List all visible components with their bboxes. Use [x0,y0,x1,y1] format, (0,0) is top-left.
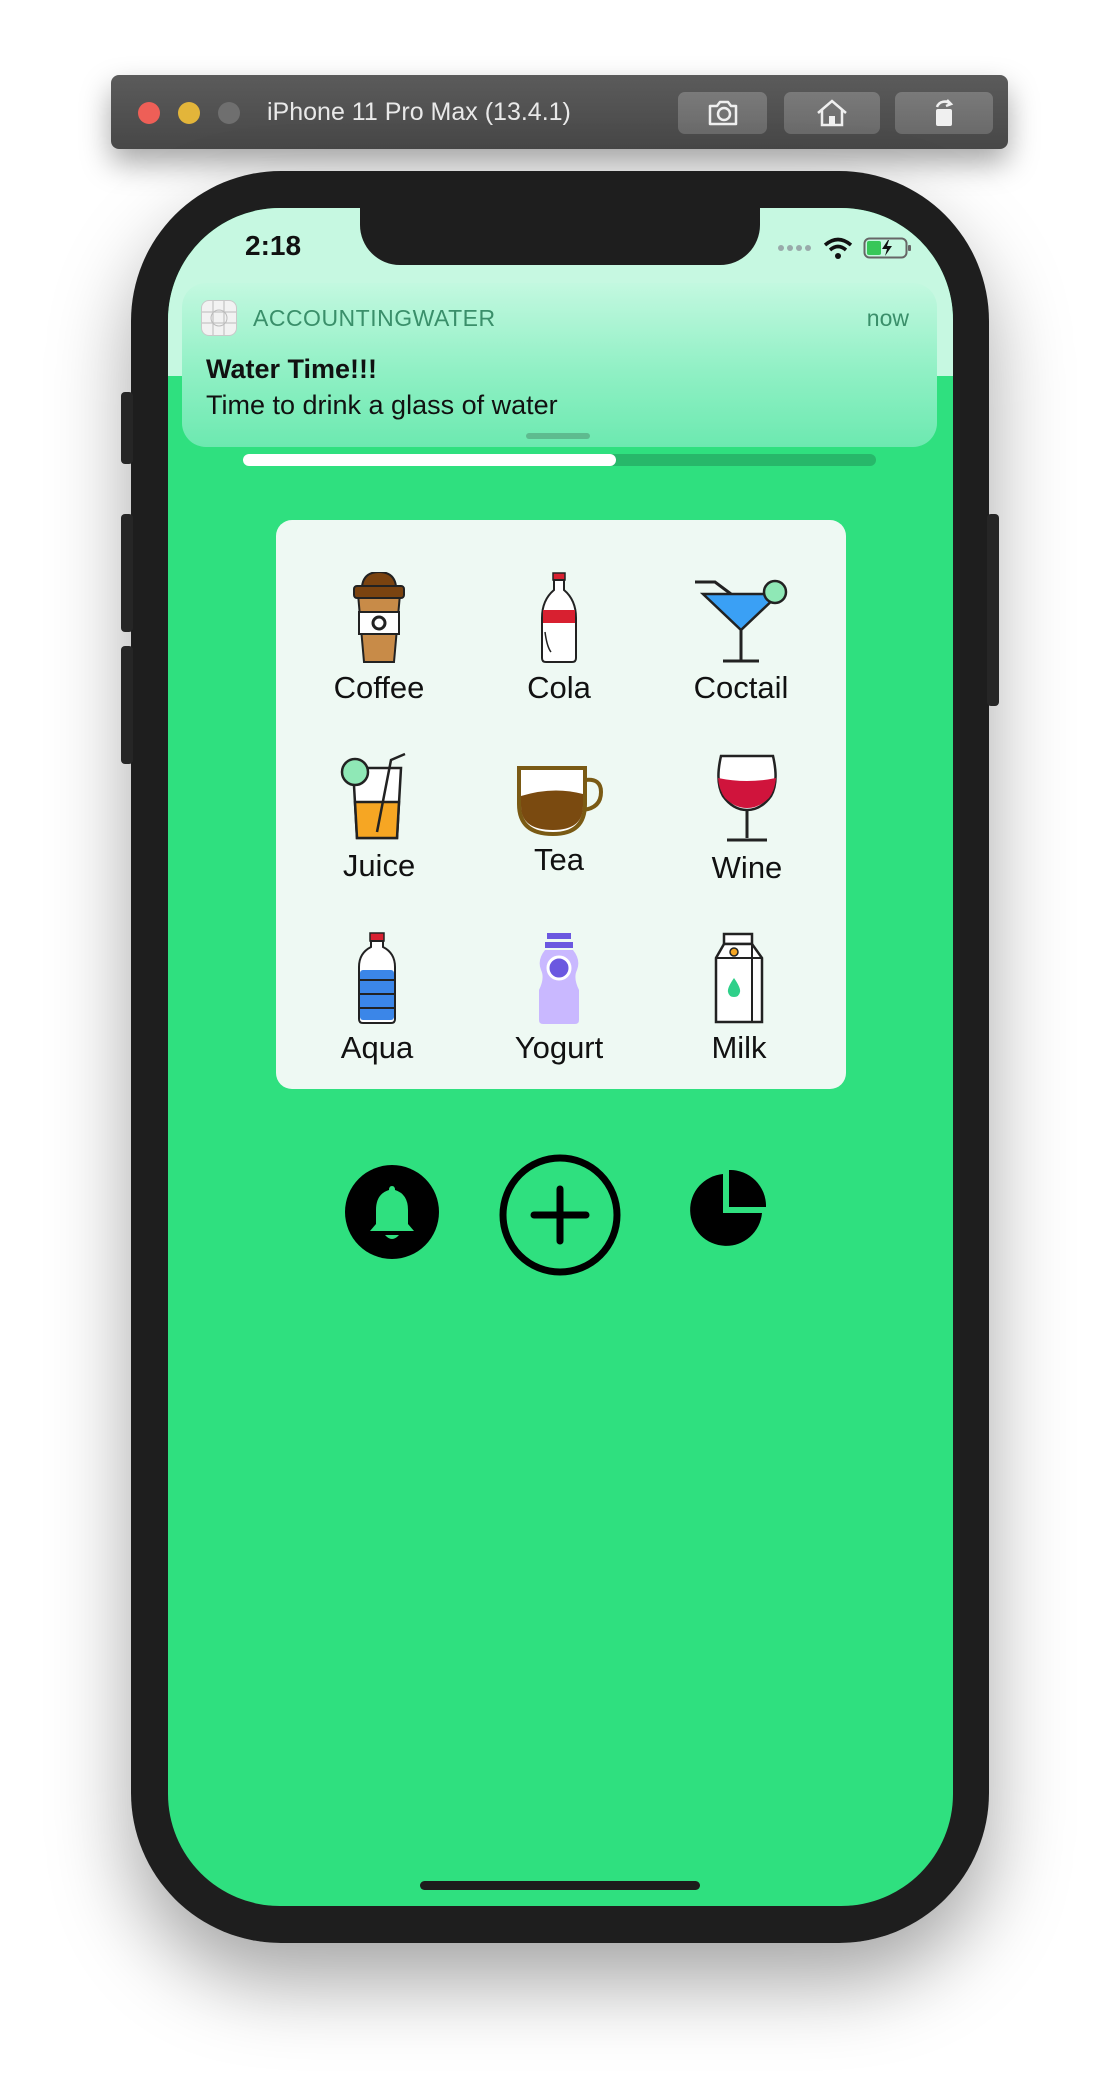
drink-label: Cola [527,670,591,705]
minimize-window-button[interactable] [178,102,200,124]
silent-switch [121,392,133,464]
notification-app-name: ACCOUNTINGWATER [253,305,496,331]
phone-screen: 2:18 ACCOUNTINGWATER now Water Time!!! T… [168,208,953,1906]
rotate-icon [935,99,954,126]
wifi-icon [823,237,853,259]
tea-cup-icon [517,766,603,836]
drink-wine[interactable]: Wine [672,752,822,886]
drink-yogurt[interactable]: Yogurt [484,932,634,1066]
simulator-title: iPhone 11 Pro Max (13.4.1) [267,98,571,126]
cocktail-glass-icon [695,579,788,663]
power-button [987,514,999,706]
drink-milk[interactable]: Milk [664,932,814,1066]
drink-grid: Coffee Cola Coctail Juice Tea Wine Aqua … [276,520,846,1089]
camera-icon [708,100,737,126]
volume-down-button [121,646,133,764]
add-icon [499,1154,621,1276]
simulator-toolbar: iPhone 11 Pro Max (13.4.1) [111,75,1008,149]
cola-bottle-icon [541,572,577,663]
drink-label: Coctail [693,670,789,705]
drink-label: Yogurt [514,1030,604,1065]
zoom-window-button[interactable] [218,102,240,124]
water-bottle-icon [358,932,396,1024]
cellular-signal-icon [778,245,811,251]
bell-icon [345,1165,439,1259]
notification-title: Water Time!!! [206,354,378,384]
status-time: 2:18 [245,230,302,261]
screenshot-button[interactable] [678,92,767,134]
drink-label: Milk [711,1030,767,1065]
home-indicator[interactable] [420,1881,700,1890]
milk-carton-icon [714,932,764,1024]
add-drink-button[interactable] [498,1153,622,1277]
notification-body: Time to drink a glass of water [206,390,558,420]
drink-cocktail[interactable]: Coctail [666,572,816,706]
yogurt-bottle-icon [539,933,579,1024]
notch [360,208,760,265]
coffee-cup-icon [353,572,405,663]
home-icon [817,99,847,127]
water-progress-bar [243,454,876,466]
rotate-button[interactable] [895,92,993,134]
notification-time: now [866,305,909,331]
drink-label: Tea [534,842,584,877]
drink-aqua[interactable]: Aqua [302,932,452,1066]
pie-chart-icon [690,1170,766,1246]
home-button[interactable] [784,92,880,134]
drink-label: Wine [711,850,783,885]
app-icon [201,300,237,336]
close-window-button[interactable] [138,102,160,124]
wine-glass-icon [717,754,777,842]
notification-grabber[interactable] [526,433,590,439]
drink-label: Aqua [340,1030,414,1065]
statistics-button[interactable] [686,1170,766,1250]
drink-juice[interactable]: Juice [304,752,454,884]
status-icons [777,236,913,260]
drink-label: Juice [342,848,416,883]
battery-icon [863,237,911,259]
juice-glass-icon [340,752,406,840]
drink-cola[interactable]: Cola [484,572,634,706]
app-grid-icon [202,301,236,335]
drink-tea[interactable]: Tea [484,764,634,878]
volume-up-button [121,514,133,632]
drink-coffee[interactable]: Coffee [304,572,454,706]
drink-label: Coffee [333,670,425,705]
water-progress-fill [243,454,617,466]
notification-banner[interactable]: ACCOUNTINGWATER now Water Time!!! Time t… [182,283,937,447]
reminder-button[interactable] [343,1163,441,1261]
